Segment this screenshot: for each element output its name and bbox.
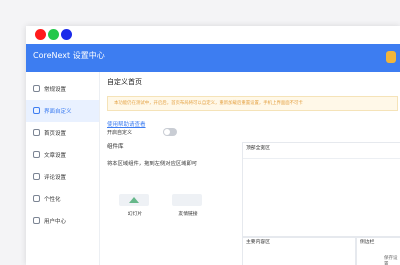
divider xyxy=(243,158,400,159)
sidebar-item-ui-custom[interactable]: 界面自定义 xyxy=(26,100,99,122)
component-name: 友情链接 xyxy=(178,212,198,217)
layout-icon xyxy=(33,107,40,114)
sidebar: 常规设置 界面自定义 首页设置 文章设置 评论设置 个性化 用户中心 xyxy=(26,72,100,265)
document-icon xyxy=(33,151,40,158)
top-fullwidth-dropzone[interactable]: 顶部全宽区 xyxy=(242,142,400,238)
close-window-button[interactable] xyxy=(35,29,46,40)
sidebar-item-label: 常规设置 xyxy=(44,87,67,93)
dropzone-label: 侧边栏 xyxy=(360,240,375,245)
settings-window: CoreNext 设置中心 常规设置 界面自定义 首页设置 文章设置 评论设置 … xyxy=(26,26,400,265)
sidebar-item-label: 个性化 xyxy=(44,197,61,203)
main-content: 自定义首页 本功能仍在测试中，开启后，首页布局将可以自定义，重新加载后重置设置，… xyxy=(100,72,400,265)
component-card[interactable]: 幻灯片 xyxy=(115,190,155,220)
link-icon xyxy=(172,194,202,206)
window-title: CoreNext 设置中心 xyxy=(33,51,105,60)
comment-icon xyxy=(33,173,40,180)
minimize-window-button[interactable] xyxy=(48,29,59,40)
sidebar-item-article[interactable]: 文章设置 xyxy=(26,144,99,166)
sidebar-item-label: 用户中心 xyxy=(44,219,67,225)
component-card[interactable]: 友情链接 xyxy=(168,190,208,220)
component-library-title: 组件库 xyxy=(107,144,124,150)
sidebar-item-label: 评论设置 xyxy=(44,175,67,181)
toggle-label: 开启自定义 xyxy=(107,130,133,136)
sidebar-item-label: 界面自定义 xyxy=(44,109,72,115)
component-name: 幻灯片 xyxy=(127,212,143,217)
image-icon xyxy=(119,194,149,206)
notice-text: 本功能仍在测试中，开启后，首页布局将可以自定义，重新加载后重置设置，手机上界面面… xyxy=(114,101,303,106)
user-icon xyxy=(33,217,40,224)
page-title: 自定义首页 xyxy=(107,78,142,86)
sidebar-item-home[interactable]: 首页设置 xyxy=(26,122,99,144)
notice-banner: 本功能仍在测试中，开启后，首页布局将可以自定义，重新加载后重置设置，手机上界面面… xyxy=(107,96,398,111)
home-icon xyxy=(33,129,40,136)
dropzone-label: 主要内容区 xyxy=(246,240,270,245)
notification-icon[interactable] xyxy=(386,51,396,63)
palette-icon xyxy=(33,195,40,202)
sidebar-item-comment[interactable]: 评论设置 xyxy=(26,166,99,188)
maximize-window-button[interactable] xyxy=(61,29,72,40)
sidebar-item-general[interactable]: 常规设置 xyxy=(26,78,99,100)
sidebar-item-label: 首页设置 xyxy=(44,131,67,137)
dropzone-label: 顶部全宽区 xyxy=(246,146,270,151)
component-library-hint: 将本区域组件，拖到左侧对应区域即可 xyxy=(107,161,198,167)
sidebar-item-personalize[interactable]: 个性化 xyxy=(26,188,99,210)
sidebar-item-user-center[interactable]: 用户中心 xyxy=(26,210,99,232)
gear-icon xyxy=(33,85,40,92)
help-link[interactable]: 使用帮助请查看 xyxy=(107,120,146,128)
enable-custom-toggle[interactable] xyxy=(163,128,177,136)
sidebar-item-label: 文章设置 xyxy=(44,153,67,159)
save-button[interactable]: 保存设置 xyxy=(384,255,400,265)
main-content-dropzone[interactable]: 主要内容区 xyxy=(242,236,356,265)
title-bar: CoreNext 设置中心 xyxy=(26,44,400,72)
